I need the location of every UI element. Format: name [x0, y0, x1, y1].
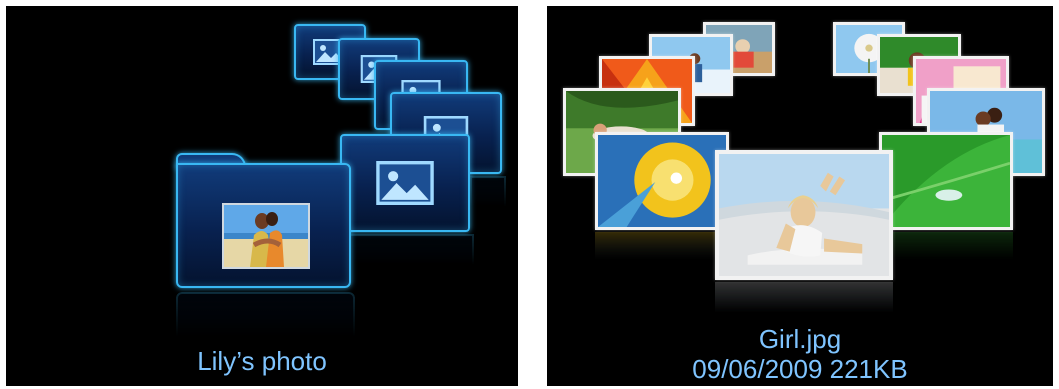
photo-thumbnail[interactable] — [595, 132, 729, 230]
selected-photo-reflection — [715, 282, 893, 326]
photo-filename: Girl.jpg — [758, 324, 842, 354]
picture-icon — [376, 161, 434, 205]
photo-reflection — [879, 232, 1013, 272]
folder-body — [176, 163, 351, 288]
folder-browser-panel: Lily’s photo — [6, 6, 518, 386]
folder-thumbnail[interactable] — [340, 134, 470, 232]
folder-caption: Lily’s photo — [197, 346, 327, 376]
selected-folder[interactable] — [176, 153, 351, 288]
selected-photo[interactable] — [715, 150, 893, 280]
photo-details: 09/06/2009 221KB — [692, 354, 908, 384]
folder-reflection — [340, 234, 474, 278]
photo-thumbnail[interactable] — [879, 132, 1013, 230]
folder-reflection — [470, 176, 506, 220]
folder-preview-photo — [222, 203, 310, 269]
photo-browser-panel: Girl.jpg 09/06/2009 221KB — [547, 6, 1053, 386]
photo-reflection — [595, 232, 729, 272]
